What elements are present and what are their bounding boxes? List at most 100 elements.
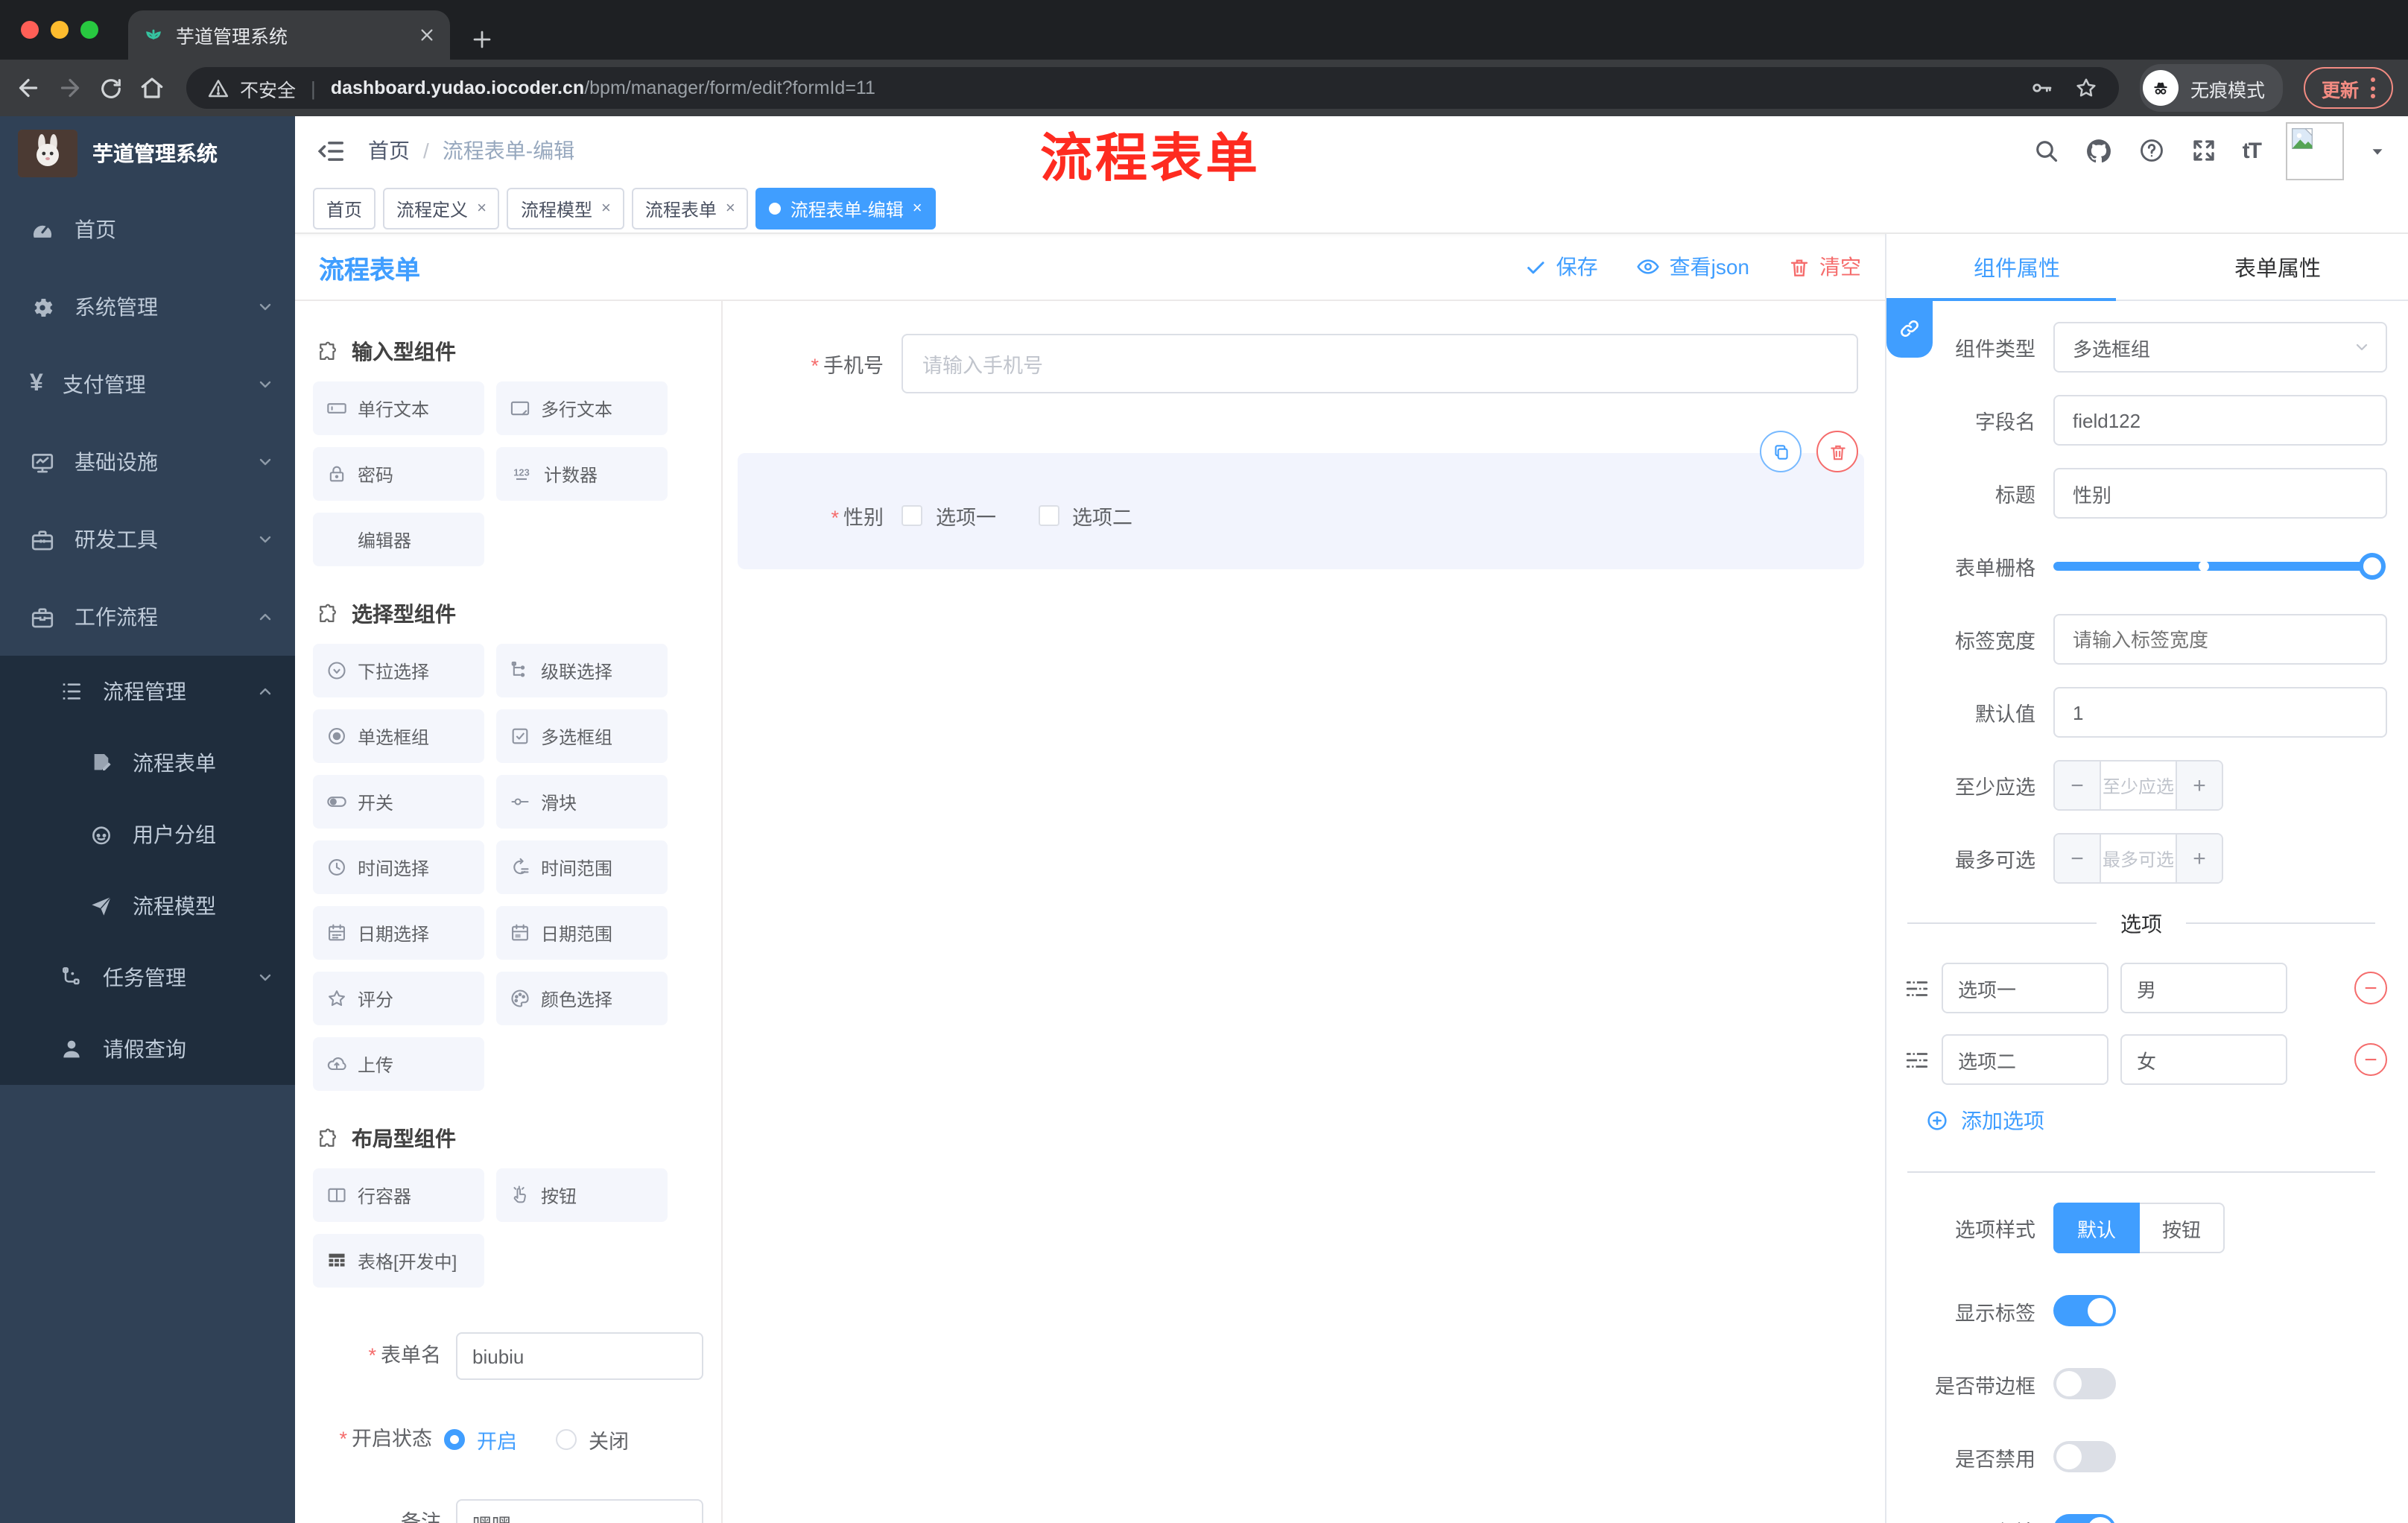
- sidebar-item-process-form[interactable]: 流程表单: [0, 727, 295, 799]
- close-window-button[interactable]: [21, 21, 39, 39]
- font-size-icon[interactable]: tT: [2243, 138, 2262, 163]
- palette-item-editor[interactable]: 编辑器: [313, 513, 484, 566]
- tag-process-form[interactable]: 流程表单 ×: [631, 188, 749, 229]
- option-value-input[interactable]: [2120, 963, 2287, 1013]
- form-name-input[interactable]: [456, 1332, 703, 1380]
- remove-option-button[interactable]: −: [2354, 1043, 2387, 1076]
- stepper-plus-button[interactable]: +: [2176, 835, 2222, 882]
- checkbox-icon[interactable]: [902, 505, 922, 526]
- tab-component-props[interactable]: 组件属性: [1886, 234, 2147, 300]
- option-value-input[interactable]: [2120, 1034, 2287, 1085]
- breadcrumb-home[interactable]: 首页: [368, 136, 410, 165]
- field-name-input[interactable]: [2053, 395, 2387, 446]
- checkbox-icon[interactable]: [1038, 505, 1059, 526]
- style-button-button[interactable]: 按钮: [2140, 1203, 2225, 1253]
- forward-icon[interactable]: [57, 75, 83, 101]
- palette-item-checkbox-group[interactable]: 多选框组: [496, 709, 668, 763]
- stepper-minus-button[interactable]: −: [2055, 835, 2101, 882]
- save-button[interactable]: 保存: [1525, 252, 1598, 282]
- sidebar-item-system[interactable]: 系统管理: [0, 268, 295, 346]
- radio-on-label[interactable]: 开启: [477, 1425, 517, 1454]
- drag-handle-icon[interactable]: [1904, 1047, 1930, 1072]
- tag-close-icon[interactable]: ×: [601, 200, 611, 218]
- copy-component-button[interactable]: [1760, 431, 1802, 472]
- clear-button[interactable]: 清空: [1788, 252, 1861, 282]
- required-toggle[interactable]: [2053, 1514, 2116, 1523]
- view-json-button[interactable]: 查看json: [1637, 252, 1749, 282]
- slider-track[interactable]: [2053, 553, 2386, 580]
- link-tab[interactable]: [1886, 300, 1933, 358]
- url-path[interactable]: /bpm/manager/form/edit?formId=11: [584, 77, 875, 98]
- github-icon[interactable]: [2085, 136, 2113, 165]
- palette-item-time-picker[interactable]: 时间选择: [313, 840, 484, 894]
- form-canvas[interactable]: * 手机号 请输入手机号 * 性别 选项一 选项二: [723, 301, 1885, 1523]
- component-type-select[interactable]: 多选框组: [2053, 322, 2387, 373]
- sidebar-item-devtools[interactable]: 研发工具: [0, 501, 295, 578]
- palette-item-date-picker[interactable]: 日期选择: [313, 906, 484, 960]
- sidebar-item-process-model[interactable]: 流程模型: [0, 870, 295, 942]
- collapse-sidebar-icon[interactable]: [317, 136, 346, 165]
- avatar[interactable]: [2286, 121, 2344, 180]
- palette-item-counter[interactable]: 123 计数器: [496, 447, 668, 501]
- palette-item-switch[interactable]: 开关: [313, 775, 484, 829]
- palette-item-radio-group[interactable]: 单选框组: [313, 709, 484, 763]
- avatar-caret-icon[interactable]: [2369, 142, 2386, 159]
- selected-component-gender[interactable]: * 性别 选项一 选项二: [738, 453, 1864, 569]
- label-width-input[interactable]: [2053, 614, 2387, 665]
- help-icon[interactable]: [2138, 137, 2165, 164]
- palette-item-date-range[interactable]: 日期范围: [496, 906, 668, 960]
- search-icon[interactable]: [2032, 137, 2059, 164]
- browser-tab[interactable]: 芋道管理系统: [128, 10, 450, 60]
- default-value-input[interactable]: [2053, 687, 2387, 738]
- sidebar-item-user-group[interactable]: 用户分组: [0, 799, 295, 870]
- gender-option-2[interactable]: 选项二: [1038, 501, 1132, 531]
- url-domain[interactable]: dashboard.yudao.iocoder.cn: [331, 77, 584, 98]
- tag-process-model[interactable]: 流程模型 ×: [507, 188, 624, 229]
- sidebar-item-process-management[interactable]: 流程管理: [0, 656, 295, 727]
- remove-option-button[interactable]: −: [2354, 972, 2387, 1004]
- tab-form-props[interactable]: 表单属性: [2147, 234, 2408, 300]
- style-default-button[interactable]: 默认: [2053, 1203, 2141, 1253]
- sidebar-item-payment[interactable]: ¥ 支付管理: [0, 346, 295, 423]
- sidebar-item-infrastructure[interactable]: 基础设施: [0, 423, 295, 501]
- reload-icon[interactable]: [98, 75, 124, 101]
- palette-item-button[interactable]: 按钮: [496, 1168, 668, 1222]
- stepper-plus-button[interactable]: +: [2176, 762, 2222, 809]
- show-label-toggle[interactable]: [2053, 1295, 2116, 1326]
- tag-process-form-edit[interactable]: 流程表单-编辑 ×: [755, 188, 936, 229]
- home-icon[interactable]: [139, 75, 165, 101]
- radio-off-label[interactable]: 关闭: [589, 1425, 629, 1454]
- min-select-stepper[interactable]: − 至少应选 +: [2053, 760, 2223, 811]
- tab-close-icon[interactable]: [419, 27, 435, 43]
- new-tab-button[interactable]: [471, 28, 493, 51]
- sidebar-item-task-management[interactable]: 任务管理: [0, 942, 295, 1013]
- add-option-button[interactable]: 添加选项: [1925, 1106, 2387, 1136]
- browser-menu-dots-icon[interactable]: [2371, 77, 2375, 98]
- window-controls[interactable]: [0, 0, 116, 60]
- radio-off[interactable]: [556, 1429, 577, 1450]
- grid-slider[interactable]: [2053, 541, 2387, 592]
- fullscreen-icon[interactable]: [2190, 137, 2217, 164]
- option-name-input[interactable]: [1942, 1034, 2108, 1085]
- option-name-input[interactable]: [1942, 963, 2108, 1013]
- title-input[interactable]: [2053, 468, 2387, 519]
- sidebar-item-home[interactable]: 首页: [0, 191, 295, 268]
- tag-close-icon[interactable]: ×: [477, 200, 487, 218]
- back-icon[interactable]: [15, 75, 42, 101]
- palette-item-color-picker[interactable]: 颜色选择: [496, 972, 668, 1025]
- disabled-toggle[interactable]: [2053, 1441, 2116, 1472]
- zoom-window-button[interactable]: [80, 21, 98, 39]
- max-select-stepper[interactable]: − 最多可选 +: [2053, 833, 2223, 884]
- tag-close-icon[interactable]: ×: [726, 200, 735, 218]
- password-key-icon[interactable]: [2030, 76, 2053, 100]
- palette-item-table[interactable]: 表格[开发中]: [313, 1234, 484, 1288]
- palette-item-multi-line-text[interactable]: 多行文本: [496, 381, 668, 435]
- sidebar-item-leave-query[interactable]: 请假查询: [0, 1013, 295, 1085]
- bookmark-star-icon[interactable]: [2074, 76, 2098, 100]
- security-label[interactable]: 不安全: [240, 74, 296, 102]
- palette-item-rate[interactable]: 评分: [313, 972, 484, 1025]
- tag-home[interactable]: 首页: [313, 188, 376, 229]
- gender-option-1[interactable]: 选项一: [902, 501, 996, 531]
- tag-close-icon[interactable]: ×: [913, 200, 922, 218]
- update-browser-button[interactable]: 更新: [2303, 67, 2393, 109]
